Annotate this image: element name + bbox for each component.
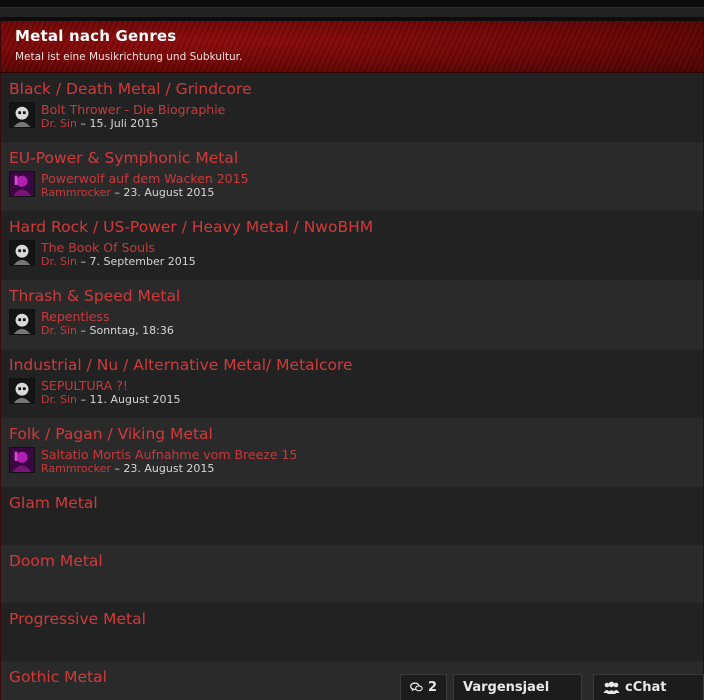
forum-row-progressive: Progressive Metal — [1, 603, 703, 661]
forum-title[interactable]: Folk / Pagan / Viking Metal — [9, 424, 695, 444]
forum-title[interactable]: Hard Rock / US-Power / Heavy Metal / Nwo… — [9, 217, 695, 237]
author-link[interactable]: Rammrocker — [41, 462, 111, 475]
forum-row-glam: Glam Metal — [1, 487, 703, 545]
latest-post: Repentless Dr. Sin – Sonntag, 18:36 — [9, 309, 695, 338]
thread-link[interactable]: The Book Of Souls — [41, 240, 196, 255]
latest-post: The Book Of Souls Dr. Sin – 7. September… — [9, 240, 695, 269]
post-date: – 11. August 2015 — [80, 393, 181, 406]
forum-title[interactable]: Progressive Metal — [9, 609, 695, 629]
chat-button[interactable]: cChat — [593, 674, 704, 700]
thread-link[interactable]: Powerwolf auf dem Wacken 2015 — [41, 171, 249, 186]
forum-row-thrash: Thrash & Speed Metal Repentless Dr. Sin … — [1, 280, 703, 349]
avatar[interactable] — [9, 309, 35, 335]
forum-row-doom: Doom Metal — [1, 545, 703, 603]
avatar[interactable] — [9, 447, 35, 473]
author-link[interactable]: Dr. Sin — [41, 393, 77, 406]
author-link[interactable]: Dr. Sin — [41, 117, 77, 130]
forum-category-panel: Metal nach Genres Metal ist eine Musikri… — [0, 21, 704, 700]
thread-link[interactable]: SEPULTURA ?! — [41, 378, 180, 393]
forum-row-industrial: Industrial / Nu / Alternative Metal/ Met… — [1, 349, 703, 418]
chat-label: cChat — [625, 680, 667, 695]
forum-row-black-death: Black / Death Metal / Grindcore Bolt Thr… — [1, 73, 703, 142]
user-menu-button[interactable]: Vargensjael — [453, 674, 582, 700]
post-meta: Dr. Sin – Sonntag, 18:36 — [41, 324, 174, 338]
category-description: Metal ist eine Musikrichtung und Subkult… — [15, 51, 243, 63]
avatar[interactable] — [9, 171, 35, 197]
top-bar-line — [0, 7, 704, 17]
top-bar — [0, 0, 704, 21]
latest-post: Bolt Thrower - Die Biographie Dr. Sin – … — [9, 102, 695, 131]
forum-row-folk: Folk / Pagan / Viking Metal Saltatio Mor… — [1, 418, 703, 487]
post-date: – 23. August 2015 — [114, 462, 215, 475]
post-meta: Rammrocker – 23. August 2015 — [41, 186, 249, 200]
forum-title[interactable]: Glam Metal — [9, 493, 695, 513]
genre-list: Black / Death Metal / Grindcore Bolt Thr… — [1, 73, 703, 700]
forum-title[interactable]: Thrash & Speed Metal — [9, 286, 695, 306]
speech-bubbles-icon — [410, 682, 423, 692]
post-meta: Dr. Sin – 15. Juli 2015 — [41, 117, 225, 131]
post-meta: Rammrocker – 23. August 2015 — [41, 462, 297, 476]
bottom-tab-bar: 2 Vargensjael cChat — [0, 674, 704, 700]
post-meta: Dr. Sin – 11. August 2015 — [41, 393, 180, 407]
username: Vargensjael — [463, 680, 550, 695]
avatar[interactable] — [9, 378, 35, 404]
forum-title[interactable]: EU-Power & Symphonic Metal — [9, 148, 695, 168]
author-link[interactable]: Rammrocker — [41, 186, 111, 199]
forum-title[interactable]: Doom Metal — [9, 551, 695, 571]
conversation-count: 2 — [427, 680, 437, 695]
post-date: – 15. Juli 2015 — [80, 117, 159, 130]
forum-title[interactable]: Industrial / Nu / Alternative Metal/ Met… — [9, 355, 695, 375]
conversations-button[interactable]: 2 — [400, 674, 447, 700]
forum-title[interactable]: Black / Death Metal / Grindcore — [9, 79, 695, 99]
forum-row-hard-rock: Hard Rock / US-Power / Heavy Metal / Nwo… — [1, 211, 703, 280]
post-date: – 7. September 2015 — [80, 255, 196, 268]
forum-row-eu-power: EU-Power & Symphonic Metal Powerwolf auf… — [1, 142, 703, 211]
post-date: – Sonntag, 18:36 — [80, 324, 174, 337]
category-title[interactable]: Metal nach Genres — [15, 26, 689, 46]
users-icon — [603, 681, 620, 694]
latest-post: Saltatio Mortis Aufnahme vom Breeze 15 R… — [9, 447, 695, 476]
avatar[interactable] — [9, 102, 35, 128]
post-date: – 23. August 2015 — [114, 186, 215, 199]
thread-link[interactable]: Saltatio Mortis Aufnahme vom Breeze 15 — [41, 447, 297, 462]
latest-post: SEPULTURA ?! Dr. Sin – 11. August 2015 — [9, 378, 695, 407]
category-header: Metal nach Genres Metal ist eine Musikri… — [1, 21, 703, 73]
thread-link[interactable]: Bolt Thrower - Die Biographie — [41, 102, 225, 117]
latest-post: Powerwolf auf dem Wacken 2015 Rammrocker… — [9, 171, 695, 200]
post-meta: Dr. Sin – 7. September 2015 — [41, 255, 196, 269]
avatar[interactable] — [9, 240, 35, 266]
author-link[interactable]: Dr. Sin — [41, 255, 77, 268]
thread-link[interactable]: Repentless — [41, 309, 174, 324]
author-link[interactable]: Dr. Sin — [41, 324, 77, 337]
